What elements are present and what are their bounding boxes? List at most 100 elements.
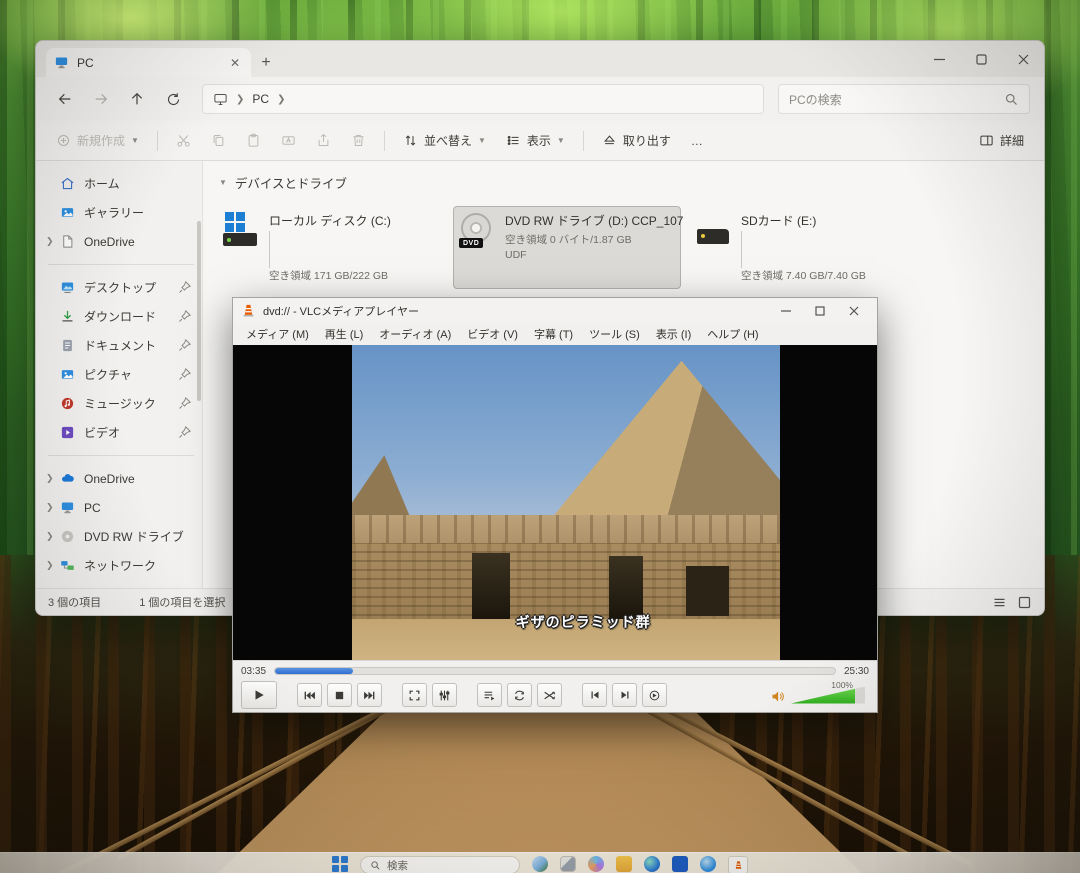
pin-icon bbox=[177, 280, 192, 295]
chevron-expanded-icon: ▼ bbox=[219, 178, 227, 187]
rename-button[interactable] bbox=[273, 128, 304, 153]
sidebar-item-pictures[interactable]: ピクチャ bbox=[44, 360, 198, 389]
start-button[interactable] bbox=[332, 856, 348, 872]
minimize-button[interactable] bbox=[918, 41, 960, 77]
breadcrumb-pc[interactable]: PC bbox=[252, 92, 269, 106]
seek-bar[interactable] bbox=[274, 667, 836, 675]
loop-button[interactable] bbox=[507, 683, 532, 707]
widgets-icon[interactable] bbox=[532, 856, 548, 872]
sidebar-item-dvd-drive[interactable]: ❯ DVD RW ドライブ bbox=[44, 522, 198, 551]
drive-sd-card-e[interactable]: SDカード (E:) 空き領域 7.40 GB/7.40 GB bbox=[689, 206, 917, 289]
ellipsis-icon: … bbox=[691, 134, 703, 148]
volume-slider[interactable] bbox=[791, 687, 865, 704]
cut-icon bbox=[176, 133, 191, 148]
back-button[interactable] bbox=[50, 84, 80, 114]
sidebar-item-music[interactable]: ミュージック bbox=[44, 389, 198, 418]
search-box[interactable]: PCの検索 bbox=[778, 84, 1030, 114]
speaker-icon[interactable] bbox=[770, 689, 785, 704]
vlc-controls: 03:35 25:30 100% bbox=[233, 660, 877, 712]
trash-icon bbox=[351, 133, 366, 148]
copy-button[interactable] bbox=[203, 128, 234, 153]
file-explorer-icon[interactable] bbox=[616, 856, 632, 872]
cut-button[interactable] bbox=[168, 128, 199, 153]
taskbar-search[interactable]: 検索 bbox=[360, 856, 520, 873]
dvd-menu-button[interactable] bbox=[642, 683, 667, 707]
video-doorway bbox=[686, 566, 729, 616]
edge-icon[interactable] bbox=[644, 856, 660, 872]
home-icon bbox=[60, 176, 75, 191]
delete-button[interactable] bbox=[343, 128, 374, 153]
fullscreen-button[interactable] bbox=[402, 683, 427, 707]
pin-icon bbox=[177, 425, 192, 440]
menu-audio[interactable]: オーディオ (A) bbox=[372, 324, 458, 344]
menu-subtitle[interactable]: 字幕 (T) bbox=[527, 324, 580, 344]
share-button[interactable] bbox=[308, 128, 339, 153]
address-bar[interactable]: ❯ PC ❯ bbox=[202, 84, 764, 114]
vlc-menu-bar: メディア (M) 再生 (L) オーディオ (A) ビデオ (V) 字幕 (T)… bbox=[233, 323, 877, 345]
random-button[interactable] bbox=[537, 683, 562, 707]
sidebar-item-videos[interactable]: ビデオ bbox=[44, 418, 198, 447]
up-button[interactable] bbox=[122, 84, 152, 114]
view-button[interactable]: 表示▼ bbox=[498, 127, 573, 154]
sort-button[interactable]: 並べ替え▼ bbox=[395, 127, 494, 154]
explorer-toolbar: 新規作成 ▼ 並べ替え▼ 表示▼ 取り出す … 詳細 bbox=[36, 121, 1044, 161]
extended-settings-button[interactable] bbox=[432, 683, 457, 707]
next-button[interactable] bbox=[357, 683, 382, 707]
forward-button[interactable] bbox=[86, 84, 116, 114]
sidebar-item-gallery[interactable]: ギャラリー bbox=[44, 198, 198, 227]
play-button[interactable] bbox=[241, 681, 277, 709]
tab-title: PC bbox=[77, 56, 94, 70]
vlc-video-area[interactable]: ギザのピラミッド群 bbox=[233, 345, 877, 660]
video-frame-pyramids: ギザのピラミッド群 bbox=[352, 345, 780, 660]
playlist-button[interactable] bbox=[477, 683, 502, 707]
explorer-tab-pc[interactable]: PC ✕ bbox=[46, 48, 251, 77]
sidebar-item-documents[interactable]: ドキュメント bbox=[44, 331, 198, 360]
sidebar-item-network[interactable]: ❯ ネットワーク bbox=[44, 551, 198, 580]
next-frame-button[interactable] bbox=[612, 683, 637, 707]
sidebar-item-onedrive[interactable]: ❯ OneDrive bbox=[44, 227, 198, 256]
vlc-title-bar[interactable]: dvd:// - VLCメディアプレイヤー bbox=[233, 298, 877, 323]
menu-media[interactable]: メディア (M) bbox=[239, 324, 316, 344]
new-button[interactable]: 新規作成 ▼ bbox=[48, 127, 147, 154]
browser-icon[interactable] bbox=[700, 856, 716, 872]
sidebar-item-home[interactable]: ホーム bbox=[44, 169, 198, 198]
refresh-button[interactable] bbox=[158, 84, 188, 114]
close-button[interactable] bbox=[1002, 41, 1044, 77]
vlc-window-title: dvd:// - VLCメディアプレイヤー bbox=[263, 303, 419, 319]
eject-button[interactable]: 取り出す bbox=[594, 127, 679, 154]
vlc-maximize-button[interactable] bbox=[805, 300, 835, 322]
details-label: 詳細 bbox=[1000, 132, 1024, 149]
more-options-button[interactable]: … bbox=[683, 129, 711, 153]
drive-local-disk-c[interactable]: ローカル ディスク (C:) 空き領域 171 GB/222 GB bbox=[217, 206, 445, 289]
menu-help[interactable]: ヘルプ (H) bbox=[700, 324, 765, 344]
menu-video[interactable]: ビデオ (V) bbox=[460, 324, 525, 344]
sidebar-item-pc[interactable]: ❯ PC bbox=[44, 493, 198, 522]
store-icon[interactable] bbox=[672, 856, 688, 872]
task-view-icon[interactable] bbox=[560, 856, 576, 872]
tab-close-icon[interactable]: ✕ bbox=[227, 56, 243, 70]
drive-dvd-rw-d[interactable]: DVD DVD RW ドライブ (D:) CCP_107 空き領域 0 バイト/… bbox=[453, 206, 681, 289]
vlc-taskbar-icon[interactable] bbox=[728, 856, 748, 873]
stop-button[interactable] bbox=[327, 683, 352, 707]
previous-frame-button[interactable] bbox=[582, 683, 607, 707]
vlc-close-button[interactable] bbox=[839, 300, 869, 322]
sort-label: 並べ替え bbox=[424, 132, 472, 149]
previous-button[interactable] bbox=[297, 683, 322, 707]
details-view-icon[interactable] bbox=[992, 595, 1007, 610]
section-devices-and-drives[interactable]: ▼ デバイスとドライブ bbox=[219, 173, 1034, 192]
copilot-icon[interactable] bbox=[588, 856, 604, 872]
toolbar-divider bbox=[157, 131, 158, 151]
menu-view[interactable]: 表示 (I) bbox=[649, 324, 698, 344]
vlc-minimize-button[interactable] bbox=[771, 300, 801, 322]
details-pane-button[interactable]: 詳細 bbox=[971, 127, 1032, 154]
sidebar-item-downloads[interactable]: ダウンロード bbox=[44, 302, 198, 331]
sidebar-item-onedrive-tree[interactable]: ❯ OneDrive bbox=[44, 464, 198, 493]
menu-playback[interactable]: 再生 (L) bbox=[318, 324, 371, 344]
new-tab-button[interactable]: + bbox=[251, 48, 281, 77]
paste-button[interactable] bbox=[238, 128, 269, 153]
menu-tools[interactable]: ツール (S) bbox=[582, 324, 647, 344]
large-icons-view-icon[interactable] bbox=[1017, 595, 1032, 610]
maximize-button[interactable] bbox=[960, 41, 1002, 77]
sidebar-scrollbar[interactable] bbox=[197, 221, 201, 401]
sidebar-item-desktop[interactable]: デスクトップ bbox=[44, 273, 198, 302]
